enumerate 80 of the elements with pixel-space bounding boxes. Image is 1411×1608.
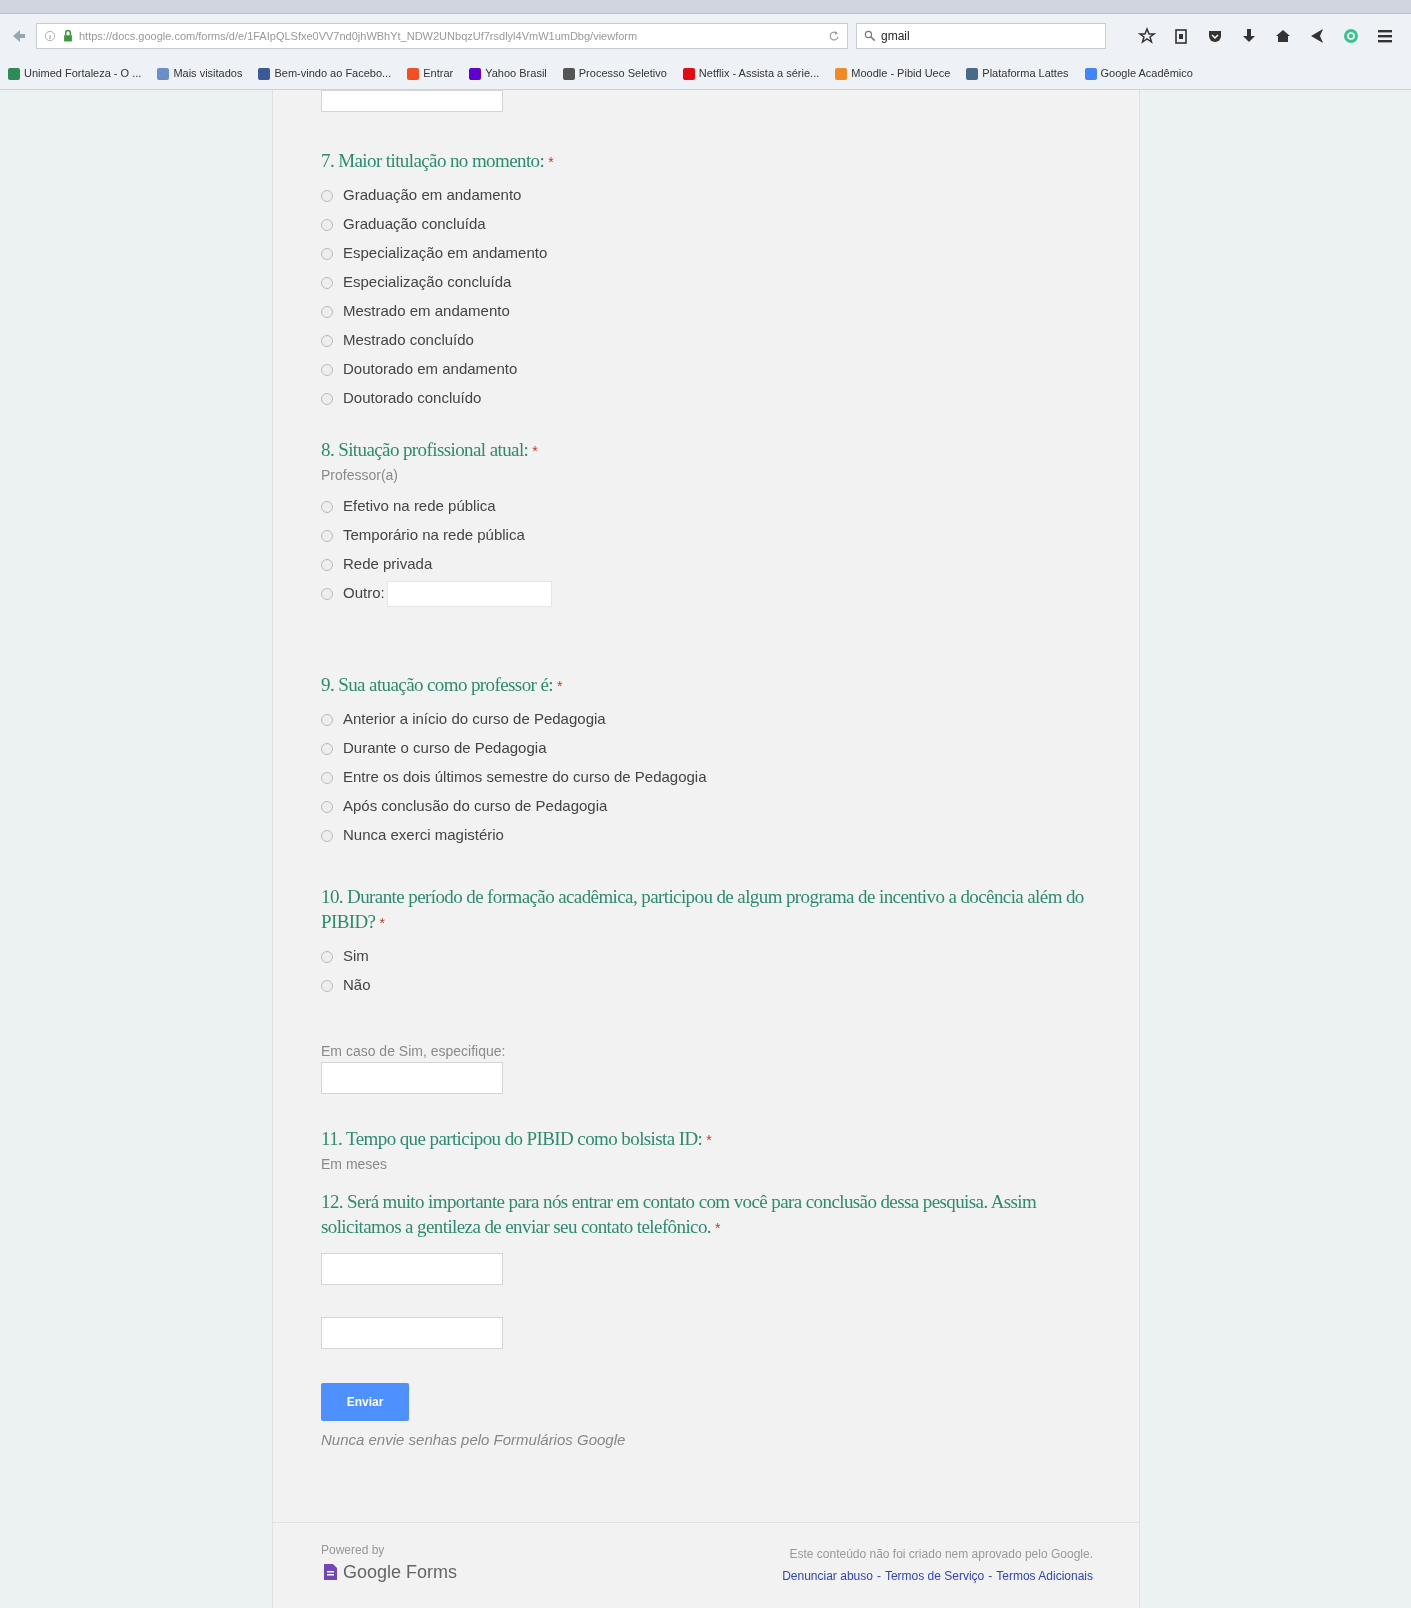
input-field[interactable] xyxy=(386,580,552,607)
radio-button[interactable] xyxy=(321,558,333,571)
input-field[interactable] xyxy=(321,90,503,112)
option-label[interactable]: Nunca exerci magistério xyxy=(343,824,504,847)
bookmark[interactable]: Processo Seletivo xyxy=(562,65,667,82)
radio-button[interactable] xyxy=(321,334,333,347)
bookmark[interactable]: Unimed Fortaleza - O ... xyxy=(8,65,142,82)
option-label[interactable]: Não xyxy=(343,974,371,997)
input-field[interactable] xyxy=(321,1317,503,1349)
option-label[interactable]: Rede privada xyxy=(343,553,433,576)
radio-button[interactable] xyxy=(321,771,333,784)
question-title: 9. Sua atuação como professor é: * xyxy=(321,673,563,697)
option-label[interactable]: Outro: xyxy=(343,582,385,605)
star-icon[interactable] xyxy=(1138,27,1156,45)
radio-button[interactable] xyxy=(321,276,333,289)
search-field[interactable]: gmail xyxy=(856,23,1106,49)
input-field[interactable] xyxy=(321,1062,503,1094)
radio-button[interactable] xyxy=(321,829,333,842)
option-label[interactable]: Doutorado em andamento xyxy=(343,358,518,381)
bookmark[interactable]: Google Acadêmico xyxy=(1084,65,1193,82)
option-label[interactable]: Durante o curso de Pedagogia xyxy=(343,737,547,760)
option-label[interactable]: Entre os dois últimos semestre do curso de Pedagogia xyxy=(343,766,707,789)
option-label[interactable]: Temporário na rede pública xyxy=(343,524,525,547)
password-note: Nunca envie senhas pelo Formulários Google xyxy=(321,1430,627,1450)
bookmark[interactable]: Mais visitados xyxy=(157,65,243,82)
radio-button[interactable] xyxy=(321,500,333,513)
bookmark[interactable]: Entrar xyxy=(407,65,454,82)
radio-button[interactable] xyxy=(321,950,333,963)
forms-logo-icon xyxy=(321,1563,339,1581)
footer-link[interactable]: Denunciar abuso xyxy=(782,1566,873,1585)
help-text: Professor(a) xyxy=(321,466,400,485)
option-label[interactable]: Graduação em andamento xyxy=(343,184,522,207)
radio-button[interactable] xyxy=(321,218,333,231)
bookmark[interactable]: Plataforma Lattes xyxy=(966,65,1069,82)
link-separator: - xyxy=(876,1567,881,1585)
radio-button[interactable] xyxy=(321,305,333,318)
bookmark[interactable]: Netflix - Assista a série... xyxy=(682,65,820,82)
radio-button[interactable] xyxy=(321,713,333,726)
radio-button[interactable] xyxy=(321,742,333,755)
radio-button[interactable] xyxy=(321,247,333,260)
option-label[interactable]: Efetivo na rede pública xyxy=(343,495,496,518)
clipboard-icon[interactable] xyxy=(1172,27,1190,45)
option-label[interactable]: Graduação concluída xyxy=(343,213,486,236)
help-text: Em caso de Sim, especifique: xyxy=(321,1042,507,1061)
option-label[interactable]: Especialização em andamento xyxy=(343,242,548,265)
link-separator: - xyxy=(988,1567,993,1585)
radio-button[interactable] xyxy=(321,529,333,542)
option-label[interactable]: Anterior a início do curso de Pedagogia xyxy=(343,708,606,731)
option-label[interactable]: Mestrado concluído xyxy=(343,329,474,352)
footer-link[interactable]: Termos Adicionais xyxy=(996,1566,1093,1585)
question-title: 11. Tempo que participou do PIBID como bolsista ID: * xyxy=(321,1127,713,1151)
home-icon[interactable] xyxy=(1274,27,1292,45)
radio-button[interactable] xyxy=(321,587,333,600)
radio-button[interactable] xyxy=(321,392,333,405)
radio-button[interactable] xyxy=(321,363,333,376)
menu-icon[interactable] xyxy=(1376,27,1394,45)
option-label[interactable]: Sim xyxy=(343,945,369,968)
question-title: 10. Durante período de formação acadêmica, participou de algum programa de incentivo a docência além do PIBID? * xyxy=(321,885,1085,934)
bookmark[interactable]: Bem-vindo ao Facebo... xyxy=(258,65,392,82)
url-text: https://docs.google.com/forms/d/e/1FAIpQLSfxe0VV7nd0jhWBhYt_NDW2UNbqzUf7rsdlyl4VmW1umDbg/viewform xyxy=(79,28,638,44)
option-label[interactable]: Especialização concluída xyxy=(343,271,512,294)
footer-link[interactable]: Termos de Serviço xyxy=(884,1566,985,1585)
bookmark[interactable]: Yahoo Brasil xyxy=(469,65,547,82)
input-field[interactable] xyxy=(321,1253,503,1285)
radio-button[interactable] xyxy=(321,189,333,202)
search-text: gmail xyxy=(881,28,910,45)
bookmark[interactable]: Moodle - Pibid Uece xyxy=(835,65,951,82)
option-label[interactable]: Mestrado em andamento xyxy=(343,300,510,323)
option-label[interactable]: Após conclusão do curso de Pedagogia xyxy=(343,795,608,818)
disclaimer-text: Este conteúdo não foi criado nem aprovado pelo Google. xyxy=(788,1545,1093,1563)
extension-icon[interactable] xyxy=(1342,27,1360,45)
brand-name: Google Forms xyxy=(343,1560,458,1584)
radio-button[interactable] xyxy=(321,979,333,992)
question-title: 8. Situação profissional atual: * xyxy=(321,438,539,462)
powered-by-text: Powered by xyxy=(321,1541,386,1559)
question-title: 12. Será muito importante para nós entrar em contato com você para conclusão dessa pesquisa. Assim solicitamos a gentileza de enviar seu contato telefônico. * xyxy=(321,1190,1038,1239)
question-title: 7. Maior titulação no momento: * xyxy=(321,149,554,173)
option-label[interactable]: Doutorado concluído xyxy=(343,387,482,410)
help-text: Em meses xyxy=(321,1155,389,1174)
radio-button[interactable] xyxy=(321,800,333,813)
